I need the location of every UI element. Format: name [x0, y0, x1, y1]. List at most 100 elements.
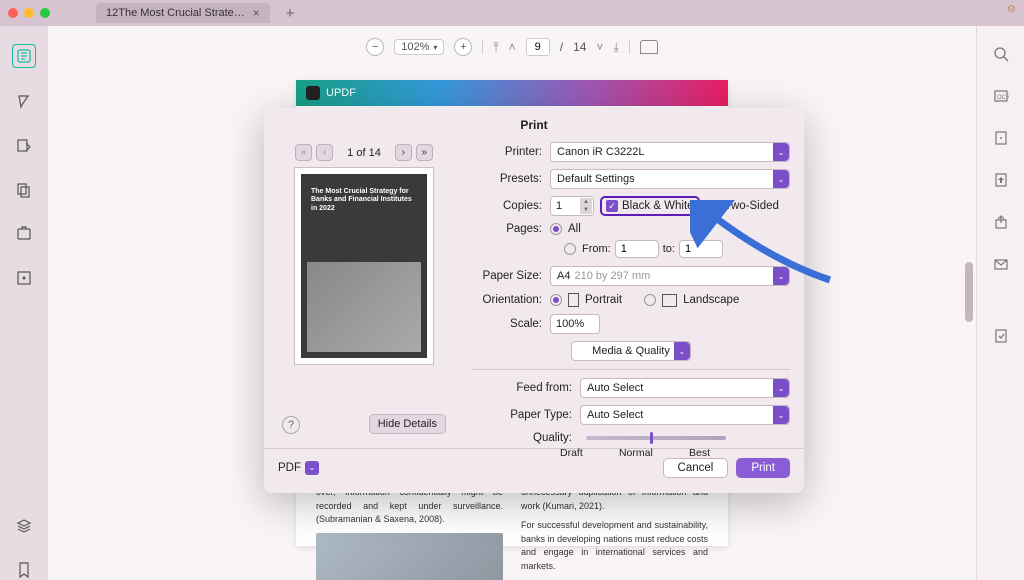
pages-all-radio[interactable]: [550, 223, 562, 235]
email-icon[interactable]: [991, 254, 1011, 274]
first-page-icon[interactable]: ⤒: [493, 40, 498, 55]
paper-size-label: Paper Size:: [472, 270, 550, 282]
form-tool-icon[interactable]: [14, 268, 34, 288]
dialog-title: Print: [264, 108, 804, 138]
zoom-select[interactable]: 102%▾: [394, 39, 444, 55]
section-select[interactable]: Media & Quality⌄: [571, 341, 691, 361]
printer-label: Printer:: [472, 146, 550, 158]
page-number-input[interactable]: [526, 38, 550, 56]
prev-page-icon[interactable]: ˄: [509, 40, 516, 54]
close-tab-icon[interactable]: ×: [253, 6, 260, 20]
search-icon[interactable]: [991, 44, 1011, 64]
layers-icon[interactable]: [14, 516, 34, 536]
pages-to-input[interactable]: [679, 240, 723, 258]
quality-normal-label: Normal: [619, 447, 653, 459]
organize-tool-icon[interactable]: [14, 180, 34, 200]
doc-header: UPDF: [296, 80, 728, 106]
feed-from-label: Feed from:: [472, 382, 580, 394]
step-up-icon[interactable]: ▲: [580, 198, 592, 206]
document-tab[interactable]: 12The Most Crucial Strate… ×: [96, 3, 270, 23]
slideshow-icon[interactable]: [640, 40, 658, 54]
vertical-scrollbar[interactable]: [965, 56, 973, 570]
print-preview: The Most Crucial Strategy for Banks and …: [294, 167, 434, 365]
orientation-label: Orientation:: [472, 294, 550, 306]
presets-label: Presets:: [472, 173, 550, 185]
checkbox-icon: [709, 200, 721, 212]
copies-label: Copies:: [472, 200, 550, 212]
preview-page-label: 1 of 14: [347, 147, 381, 159]
paper-size-select[interactable]: A4210 by 297 mm⌄: [550, 266, 790, 286]
two-sided-checkbox[interactable]: Two-Sided: [709, 200, 779, 212]
preview-first-button[interactable]: «: [295, 144, 312, 161]
pdf-dropdown[interactable]: PDF⌄: [278, 461, 319, 475]
doc-image: [316, 533, 503, 580]
preview-last-button[interactable]: »: [416, 144, 433, 161]
chevron-down-icon: ⌄: [674, 342, 690, 360]
zoom-in-button[interactable]: +: [454, 38, 472, 56]
pages-label: Pages:: [472, 223, 550, 235]
bookmark-icon[interactable]: [14, 560, 34, 580]
maximize-window-icon[interactable]: [40, 8, 50, 18]
scrollbar-thumb[interactable]: [965, 262, 973, 322]
quality-slider[interactable]: [586, 436, 726, 440]
svg-text:OCR: OCR: [997, 95, 1009, 101]
help-button[interactable]: ?: [282, 416, 300, 434]
step-down-icon[interactable]: ▼: [580, 206, 592, 214]
chevron-down-icon: ⌄: [305, 461, 319, 475]
pages-all-label: All: [568, 223, 581, 235]
preview-prev-button[interactable]: ‹: [316, 144, 333, 161]
paper-type-label: Paper Type:: [472, 409, 580, 421]
pages-from-input[interactable]: [615, 240, 659, 258]
chevron-down-icon: ⌄: [773, 170, 789, 188]
preview-doc-title: The Most Crucial Strategy for Banks and …: [311, 188, 417, 213]
presets-select[interactable]: Default Settings⌄: [550, 169, 790, 189]
checkbox-checked-icon: ✓: [606, 200, 618, 212]
page-separator: /: [560, 40, 563, 54]
quality-label: Quality:: [472, 432, 580, 444]
edit-tool-icon[interactable]: [14, 136, 34, 156]
pages-from-label: From:: [582, 243, 611, 255]
right-sidebar: OCR: [976, 26, 1024, 580]
portrait-icon: [568, 293, 579, 307]
print-button[interactable]: Print: [736, 458, 790, 478]
chevron-down-icon: ⌄: [773, 379, 789, 397]
quality-draft-label: Draft: [560, 447, 583, 459]
minimize-window-icon[interactable]: [24, 8, 34, 18]
slider-thumb-icon[interactable]: [650, 432, 653, 444]
printer-select[interactable]: Canon iR C3222L⌄: [550, 142, 790, 162]
comment-tool-icon[interactable]: [14, 92, 34, 112]
export-icon[interactable]: [991, 170, 1011, 190]
next-page-icon[interactable]: ˅: [596, 40, 603, 54]
scale-input[interactable]: 100%: [550, 314, 600, 334]
print-icon[interactable]: [991, 326, 1011, 346]
chevron-down-icon: ⌄: [773, 406, 789, 424]
reader-mode-icon[interactable]: [12, 44, 36, 68]
close-window-icon[interactable]: [8, 8, 18, 18]
portrait-radio[interactable]: [550, 294, 562, 306]
window-titlebar: 12The Most Crucial Strate… × + ⚙: [0, 0, 1024, 26]
landscape-radio[interactable]: [644, 294, 656, 306]
hide-details-button[interactable]: Hide Details: [369, 414, 446, 434]
preview-next-button[interactable]: ›: [395, 144, 412, 161]
cancel-button[interactable]: Cancel: [663, 458, 729, 478]
portrait-label: Portrait: [585, 294, 622, 306]
pages-range-radio[interactable]: [564, 243, 576, 255]
new-tab-button[interactable]: +: [286, 5, 295, 22]
paper-type-select[interactable]: Auto Select⌄: [580, 405, 790, 425]
zoom-out-button[interactable]: −: [366, 38, 384, 56]
feed-from-select[interactable]: Auto Select⌄: [580, 378, 790, 398]
pages-to-label: to:: [663, 243, 675, 255]
landscape-label: Landscape: [683, 294, 739, 306]
chevron-down-icon: ⌄: [773, 143, 789, 161]
last-page-icon[interactable]: ⤓: [613, 40, 618, 55]
crop-icon[interactable]: [991, 128, 1011, 148]
preview-image: [307, 262, 421, 352]
print-dialog: Print « ‹ 1 of 14 › » The Most Crucial S…: [264, 108, 804, 493]
left-sidebar: [0, 26, 48, 580]
tools-icon[interactable]: [14, 224, 34, 244]
black-white-checkbox[interactable]: ✓ Black & White: [600, 196, 700, 216]
share-icon[interactable]: [991, 212, 1011, 232]
copies-input[interactable]: 1▲▼: [550, 196, 594, 216]
landscape-icon: [662, 294, 677, 307]
ocr-icon[interactable]: OCR: [991, 86, 1011, 106]
